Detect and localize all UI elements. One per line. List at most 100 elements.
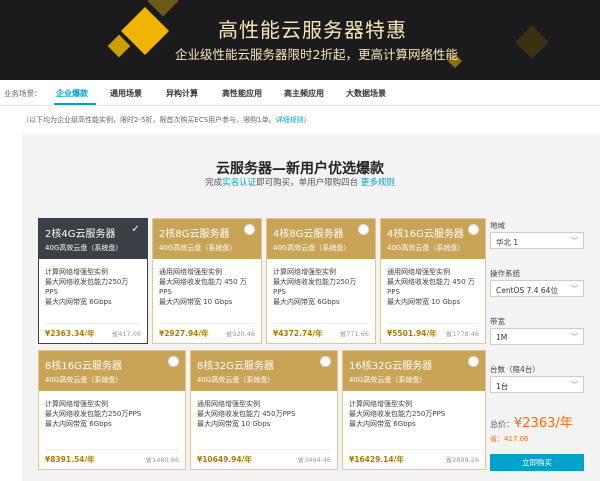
card-footer: ¥8391.54/年 省1480.86 — [45, 449, 179, 464]
card-disk: 40G高效云盘（系统盘） — [387, 244, 465, 252]
tab-heterogeneous[interactable]: 异构计算 — [166, 88, 198, 99]
card-saving: 省920.46 — [225, 330, 255, 338]
tabs-label: 业务场景： — [4, 89, 42, 98]
card-footer: ¥5501.94/年 省1778.46 — [387, 323, 479, 338]
spec-line: 最大内网带宽 6Gbps — [349, 420, 416, 428]
region-value: 华北 1 — [496, 238, 519, 247]
os-label: 操作系统 — [490, 269, 520, 278]
section-title: 云服务器—新用户优选爆款 — [216, 161, 384, 177]
card-disk: 40G高效云盘（系统盘） — [45, 244, 123, 252]
radio-button[interactable] — [468, 224, 479, 235]
spec-line: 最大网络收发包能力 450 万 — [159, 278, 247, 286]
card-price: ¥5501.94/年 — [387, 329, 437, 338]
card-name: 8核32G云服务器 — [197, 361, 274, 372]
server-card-2c8g[interactable]: 2核8G云服务器 40G高效云盘（系统盘） 通用网络增强型实例 最大网络收发包能… — [152, 218, 262, 344]
check-icon[interactable]: ✓ — [130, 224, 141, 235]
spec-line: 计算网络增强型实例 — [273, 268, 336, 276]
region-select[interactable]: 华北 1 ﹀ — [490, 232, 584, 249]
count-value: 1台 — [496, 382, 509, 391]
subtitle-text: 即可购买，单用户限购四台 — [256, 178, 359, 188]
spec-line: 通用网络增强型实例 — [197, 400, 260, 408]
radio-button[interactable] — [320, 356, 331, 367]
card-disk: 40G高效云盘（系统盘） — [45, 376, 123, 384]
card-price: ¥8391.54/年 — [45, 455, 95, 464]
card-specs: 通用网络增强型实例 最大网络收发包能力 450 万 PPS 最大内网带宽 10 … — [381, 259, 485, 307]
card-header: 2核8G云服务器 40G高效云盘（系统盘） — [153, 219, 261, 259]
buy-now-button[interactable]: 立即购买 — [490, 454, 584, 471]
server-card-16c32g[interactable]: 16核32G云服务器 40G高效云盘（系统盘） 计算网络增强型实例 最大网络收发… — [342, 350, 486, 470]
spec-line: 计算网络增强型实例 — [349, 400, 412, 408]
card-specs: 通用网络增强型实例 最大网络收发包能力 450 万 PPS 最大内网带宽 10 … — [153, 259, 261, 307]
rules-link[interactable]: 详细规则 — [276, 116, 304, 124]
card-footer: ¥2927.94/年 省920.46 — [159, 323, 255, 338]
card-price: ¥2363.34/年 — [45, 329, 95, 338]
radio-button[interactable] — [168, 356, 179, 367]
os-select[interactable]: CentOS 7.4 64位 ﹀ — [490, 280, 584, 297]
tab-general[interactable]: 通用场景 — [110, 88, 142, 99]
spec-line: 计算网络增强型实例 — [45, 400, 108, 408]
promo-banner: 高性能云服务器特惠 企业级性能云服务器限时2折起，更高计算网络性能 — [0, 0, 600, 80]
card-footer: ¥4372.74/年 省771.66 — [273, 323, 369, 338]
card-footer: ¥10649.94/年 省3494.46 — [197, 449, 331, 464]
chevron-down-icon: ﹀ — [571, 333, 578, 341]
note-close-paren: ） — [303, 116, 311, 124]
card-footer: ¥2363.34/年 省417.06 — [45, 323, 141, 338]
server-card-4c16g[interactable]: 4核16G云服务器 40G高效云盘（系统盘） 通用网络增强型实例 最大网络收发包… — [380, 218, 486, 344]
card-header: 8核16G云服务器 40G高效云盘（系统盘） — [39, 351, 185, 391]
chevron-down-icon: ﹀ — [571, 237, 578, 245]
tab-enterprise-hot[interactable]: 企业爆款 — [56, 88, 88, 99]
card-disk: 40G高效云盘（系统盘） — [349, 376, 427, 384]
note-text: （以下均为企业级高性能实例，限时2-5折，限首次购买ECS用户参与，限购1单。 — [22, 116, 276, 124]
card-name: 16核32G云服务器 — [349, 361, 433, 372]
saving-text: 省：417.06 — [490, 435, 529, 443]
promo-note: （以下均为企业级高性能实例，限时2-5折，限首次购买ECS用户参与，限购1单。详… — [22, 115, 311, 125]
server-card-2c4g[interactable]: 2核4G云服务器 40G高效云盘（系统盘） ✓ 计算网络增强型实例 最大网络收发… — [38, 218, 148, 344]
radio-button[interactable] — [358, 224, 369, 235]
spec-line: 最大网络收发包能力 450万PPS — [197, 410, 296, 418]
spec-line: 最大内网带宽 6Gbps — [45, 420, 112, 428]
spec-line: 最大内网带宽 6Gbps — [45, 298, 112, 306]
bandwidth-value: 1M — [496, 333, 508, 342]
spec-line: PPS — [387, 288, 400, 296]
card-specs: 计算网络增强型实例 最大网络收发包能力250万PPS 最大内网带宽 6Gbps — [343, 391, 485, 429]
region-label: 地域 — [490, 221, 505, 230]
card-name: 2核8G云服务器 — [159, 229, 230, 240]
card-header: 8核32G云服务器 40G高效云盘（系统盘） — [191, 351, 337, 391]
spec-line: 计算网络增强型实例 — [45, 268, 108, 276]
card-specs: 计算网络增强型实例 最大网络收发包能力250万 PPS 最大内网带宽 6Gbps — [267, 259, 375, 307]
scenario-tabs: 业务场景： 企业爆款 通用场景 异构计算 高性能应用 高主频应用 大数据场景 — [0, 80, 600, 106]
radio-button[interactable] — [468, 356, 479, 367]
section-subtitle: 完成实名认证即可购买，单用户限购四台 更多规则 — [0, 176, 600, 188]
more-rules-link[interactable]: 更多规则 — [361, 178, 395, 188]
tab-high-performance[interactable]: 高性能应用 — [222, 88, 262, 99]
card-name: 8核16G云服务器 — [45, 361, 122, 372]
total-price: 总价：¥2363/年 — [490, 412, 573, 431]
spec-line: 最大网络收发包能力 450 万 — [387, 278, 475, 286]
server-card-4c8g[interactable]: 4核8G云服务器 40G高效云盘（系统盘） 计算网络增强型实例 最大网络收发包能… — [266, 218, 376, 344]
spec-line: 最大网络收发包能力250万PPS — [45, 410, 142, 418]
card-specs: 计算网络增强型实例 最大网络收发包能力250万 PPS 最大内网带宽 6Gbps — [39, 259, 147, 307]
spec-line: PPS — [273, 288, 286, 296]
card-disk: 40G高效云盘（系统盘） — [159, 244, 237, 252]
bandwidth-select[interactable]: 1M ﹀ — [490, 328, 584, 345]
tab-big-data[interactable]: 大数据场景 — [346, 88, 386, 99]
tab-high-frequency[interactable]: 高主频应用 — [284, 88, 324, 99]
card-price: ¥4372.74/年 — [273, 329, 323, 338]
spec-line: 最大网络收发包能力250万 — [45, 278, 129, 286]
real-name-auth-link[interactable]: 实名认证 — [222, 178, 256, 188]
spec-line: 通用网络增强型实例 — [159, 268, 222, 276]
total-label: 总价： — [490, 420, 514, 429]
gold-diamond-decoration — [107, 34, 131, 58]
chevron-down-icon: ﹀ — [571, 381, 578, 389]
card-header: 4核16G云服务器 40G高效云盘（系统盘） — [381, 219, 485, 259]
spec-line: 最大网络收发包能力250万PPS — [349, 410, 446, 418]
card-price: ¥16429.14/年 — [349, 455, 404, 464]
server-card-8c32g[interactable]: 8核32G云服务器 40G高效云盘（系统盘） 通用网络增强型实例 最大网络收发包… — [190, 350, 338, 470]
count-select[interactable]: 1台 ﹀ — [490, 376, 584, 393]
card-price: ¥2927.94/年 — [159, 329, 209, 338]
server-card-8c16g[interactable]: 8核16G云服务器 40G高效云盘（系统盘） 计算网络增强型实例 最大网络收发包… — [38, 350, 186, 470]
card-name: 4核16G云服务器 — [387, 229, 464, 240]
radio-button[interactable] — [244, 224, 255, 235]
card-header: 2核4G云服务器 40G高效云盘（系统盘） ✓ — [39, 219, 147, 259]
spec-line: 最大内网带宽 6Gbps — [273, 298, 340, 306]
